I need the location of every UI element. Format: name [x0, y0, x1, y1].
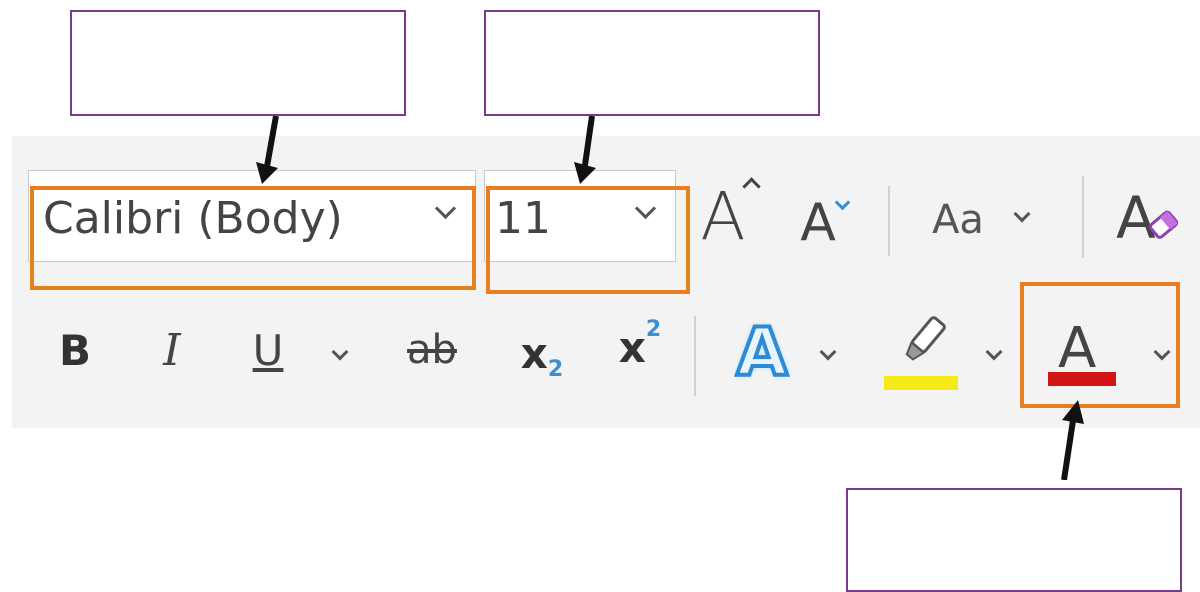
highlighter-icon: [884, 316, 958, 390]
clear-formatting-button[interactable]: A: [1110, 180, 1186, 256]
grow-font-button[interactable]: A: [692, 176, 761, 256]
highlight-color-button[interactable]: [880, 310, 960, 396]
grow-font-icon: A: [700, 176, 761, 255]
separator: [1082, 176, 1084, 258]
callout-font-size: [486, 186, 690, 294]
arrow-to-font-name: [256, 116, 279, 184]
arrow-to-font-color: [1061, 400, 1084, 480]
callout-font-name: [30, 186, 476, 290]
superscript-index: 2: [645, 316, 662, 342]
blank-label-box-font: [70, 10, 406, 116]
bold-label: B: [58, 325, 91, 375]
subscript-base: x: [520, 328, 548, 378]
bold-button[interactable]: B: [50, 322, 100, 378]
strikethrough-button[interactable]: ab: [394, 322, 470, 378]
italic-button[interactable]: I: [150, 322, 194, 378]
subscript-button[interactable]: x2: [512, 318, 572, 388]
separator: [694, 316, 696, 396]
underline-button[interactable]: U: [240, 318, 296, 382]
shrink-font-icon: A: [800, 193, 851, 253]
svg-text:A: A: [1116, 184, 1156, 252]
change-case-button[interactable]: Aa: [918, 190, 998, 250]
strikethrough-label: ab: [407, 327, 457, 373]
arrow-to-font-size: [574, 116, 596, 184]
blank-label-box-size: [484, 10, 820, 116]
underline-label: U: [252, 325, 284, 375]
text-effects-icon: A: [734, 312, 789, 393]
text-effects-button[interactable]: A: [724, 312, 800, 393]
clear-formatting-icon: A: [1116, 184, 1179, 252]
superscript-base: x: [618, 322, 646, 372]
shrink-font-button[interactable]: A: [790, 190, 851, 256]
italic-label: I: [163, 324, 181, 376]
blank-label-box-color: [846, 488, 1182, 592]
subscript-index: 2: [547, 356, 564, 382]
change-case-label: Aa: [932, 197, 984, 243]
superscript-button[interactable]: x2: [608, 312, 672, 382]
callout-font-color: [1020, 282, 1180, 408]
separator: [888, 186, 890, 256]
